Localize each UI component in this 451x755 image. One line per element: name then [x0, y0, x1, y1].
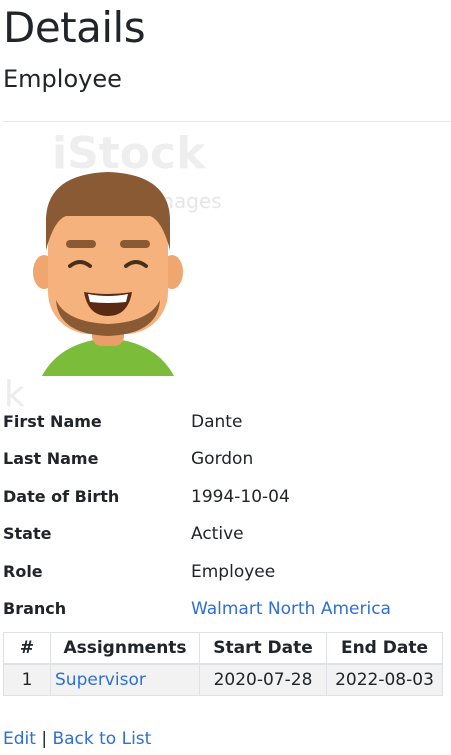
detail-value: Employee	[191, 561, 276, 582]
page-title: Details	[3, 3, 146, 52]
assignments-table: # Assignments Start Date End Date 1 Supe…	[3, 632, 443, 696]
footer-links: Edit | Back to List	[3, 729, 151, 749]
detail-label: State	[3, 524, 52, 544]
detail-row-first-name: First Name Dante	[3, 403, 443, 440]
detail-row-role: Role Employee	[3, 553, 443, 590]
cell-assignment: Supervisor	[50, 663, 200, 696]
detail-value: Gordon	[191, 449, 254, 470]
column-header-assignments: Assignments	[50, 632, 200, 665]
detail-label: First Name	[3, 412, 102, 431]
detail-value: Dante	[191, 412, 243, 432]
avatar-illustration: iStock by Getty Images k	[4, 128, 222, 410]
cell-number: 1	[3, 663, 51, 696]
table-header-row: # Assignments Start Date End Date	[3, 632, 443, 665]
cell-end-date: 2022-08-03	[326, 663, 443, 696]
detail-row-state: State Active	[3, 515, 443, 552]
link-separator: |	[41, 729, 48, 749]
edit-link[interactable]: Edit	[3, 729, 36, 749]
detail-row-last-name: Last Name Gordon	[3, 440, 443, 477]
employee-avatar: iStock by Getty Images k	[0, 120, 230, 410]
detail-label: Role	[3, 561, 43, 581]
detail-value: Active	[191, 524, 244, 545]
detail-row-branch: Branch Walmart North America	[3, 590, 443, 627]
cell-start-date: 2020-07-28	[199, 663, 327, 696]
detail-label: Last Name	[3, 449, 99, 469]
detail-label: Branch	[3, 598, 67, 618]
page-subtitle: Employee	[3, 65, 122, 93]
detail-row-date-of-birth: Date of Birth 1994-10-04	[3, 478, 443, 515]
left-eyebrow	[66, 240, 96, 248]
assignment-link[interactable]: Supervisor	[55, 670, 146, 690]
column-header-end-date: End Date	[326, 632, 443, 665]
watermark-text: iStock	[52, 128, 207, 179]
back-to-list-link[interactable]: Back to List	[52, 729, 151, 749]
detail-value: 1994-10-04	[191, 486, 290, 507]
detail-label: Date of Birth	[3, 486, 120, 506]
employee-details: First Name Dante Last Name Gordon Date o…	[3, 403, 443, 627]
table-row: 1 Supervisor 2020-07-28 2022-08-03	[3, 663, 443, 696]
branch-link[interactable]: Walmart North America	[191, 599, 391, 619]
column-header-number: #	[3, 632, 51, 665]
column-header-start-date: Start Date	[199, 632, 327, 665]
right-eyebrow	[120, 240, 150, 248]
